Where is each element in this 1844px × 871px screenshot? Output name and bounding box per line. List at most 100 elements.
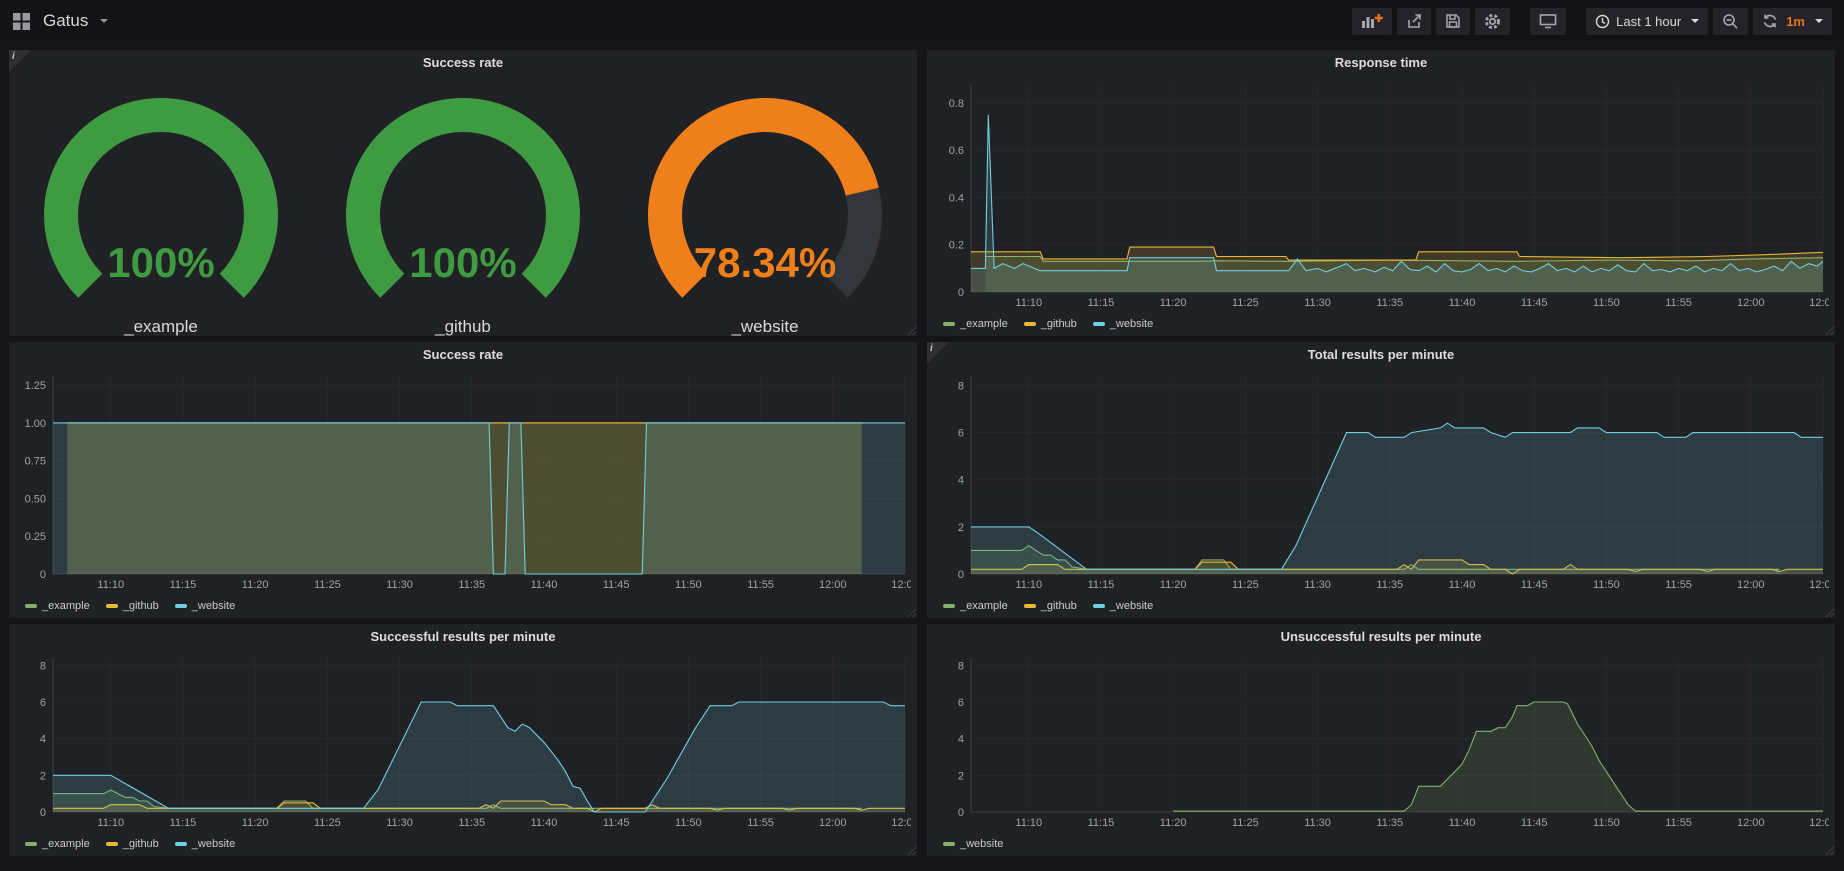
chart-area[interactable]: 11:1011:1511:2011:2511:3011:3511:4011:45… (933, 76, 1829, 312)
timeseries-chart: 11:1011:1511:2011:2511:3011:3511:4011:45… (933, 650, 1829, 832)
timeseries-chart: 11:1011:1511:2011:2511:3011:3511:4011:45… (15, 650, 911, 832)
panel-info-icon[interactable]: i (9, 50, 31, 72)
legend-item-example[interactable]: _example (943, 600, 1008, 612)
svg-text:12:00: 12:00 (1737, 297, 1765, 309)
refresh-picker[interactable]: 1m (1753, 8, 1832, 35)
zoom-out-button[interactable] (1713, 8, 1748, 35)
svg-text:2: 2 (40, 770, 46, 782)
svg-text:11:30: 11:30 (386, 817, 413, 829)
legend-item-github[interactable]: _github (1024, 318, 1077, 330)
legend-swatch (943, 604, 955, 608)
navbar: Gatus (0, 0, 1844, 42)
legend-swatch (943, 322, 955, 326)
svg-text:11:10: 11:10 (1015, 817, 1042, 829)
svg-text:11:30: 11:30 (1304, 817, 1331, 829)
svg-text:11:50: 11:50 (1593, 297, 1620, 309)
legend-item-github[interactable]: _github (106, 838, 159, 850)
svg-text:11:45: 11:45 (1521, 579, 1548, 591)
svg-text:0.75: 0.75 (25, 456, 46, 468)
legend-label: _example (42, 600, 90, 612)
svg-text:11:10: 11:10 (97, 817, 124, 829)
chart-area[interactable]: 11:1011:1511:2011:2511:3011:3511:4011:45… (933, 650, 1829, 832)
legend: _example _github _website (25, 597, 235, 615)
legend-item-example[interactable]: _example (943, 318, 1008, 330)
svg-text:11:15: 11:15 (170, 817, 197, 829)
svg-text:11:25: 11:25 (1232, 297, 1259, 309)
svg-text:11:55: 11:55 (1665, 817, 1692, 829)
svg-text:11:45: 11:45 (603, 817, 630, 829)
svg-text:0: 0 (958, 807, 964, 819)
svg-text:11:15: 11:15 (1088, 297, 1115, 309)
gauge-example: 100%_example (11, 94, 311, 337)
svg-text:11:25: 11:25 (314, 817, 341, 829)
svg-text:11:35: 11:35 (458, 817, 485, 829)
svg-text:12:05: 12:05 (1809, 817, 1829, 829)
time-range-picker[interactable]: Last 1 hour (1586, 8, 1708, 35)
chart-area[interactable]: 11:1011:1511:2011:2511:3011:3511:4011:45… (15, 650, 911, 832)
resize-handle[interactable] (907, 608, 916, 617)
save-button[interactable] (1436, 8, 1470, 35)
legend-item-website[interactable]: _website (1093, 600, 1153, 612)
legend-swatch (106, 842, 118, 846)
legend-label: _example (960, 600, 1008, 612)
legend-swatch (175, 842, 187, 846)
resize-handle[interactable] (907, 846, 916, 855)
resize-handle[interactable] (1825, 326, 1834, 335)
add-panel-icon (1361, 13, 1383, 29)
legend: _example _github _website (943, 315, 1153, 333)
svg-text:11:25: 11:25 (1232, 817, 1259, 829)
svg-text:11:55: 11:55 (1665, 297, 1692, 309)
chart-area[interactable]: 11:1011:1511:2011:2511:3011:3511:4011:45… (15, 368, 911, 594)
panel-title[interactable]: Successful results per minute (9, 624, 917, 650)
svg-text:11:45: 11:45 (603, 579, 630, 591)
svg-text:6: 6 (958, 697, 964, 709)
legend-item-website[interactable]: _website (175, 838, 235, 850)
legend-label: _github (1041, 318, 1077, 330)
legend-item-website[interactable]: _website (943, 838, 1003, 850)
svg-text:11:10: 11:10 (97, 579, 124, 591)
svg-text:8: 8 (958, 660, 964, 672)
chart-area[interactable]: 11:1011:1511:2011:2511:3011:3511:4011:45… (933, 368, 1829, 594)
legend-item-example[interactable]: _example (25, 600, 90, 612)
cycle-view-button[interactable] (1530, 8, 1566, 35)
legend-item-example[interactable]: _example (25, 838, 90, 850)
svg-text:0.4: 0.4 (949, 192, 964, 204)
gauge-value-label: _github (313, 317, 613, 337)
svg-text:12:00: 12:00 (819, 817, 847, 829)
resize-handle[interactable] (1825, 846, 1834, 855)
settings-button[interactable] (1475, 8, 1510, 35)
dashboard-picker[interactable]: Gatus (12, 11, 108, 31)
legend-item-website[interactable]: _website (175, 600, 235, 612)
svg-text:12:05: 12:05 (1809, 579, 1829, 591)
zoom-out-icon (1722, 13, 1739, 30)
chevron-down-icon (1691, 19, 1699, 23)
legend-item-website[interactable]: _website (1093, 318, 1153, 330)
svg-text:11:50: 11:50 (675, 579, 702, 591)
legend-swatch (1093, 322, 1105, 326)
resize-handle[interactable] (1825, 608, 1834, 617)
share-button[interactable] (1397, 8, 1431, 35)
panel-title[interactable]: Total results per minute (927, 342, 1835, 368)
panel-title[interactable]: Success rate (9, 342, 917, 368)
panel-title[interactable]: Unsuccessful results per minute (927, 624, 1835, 650)
legend-item-github[interactable]: _github (1024, 600, 1077, 612)
panel-title[interactable]: Response time (927, 50, 1835, 76)
gauge-arc: 100% (11, 94, 311, 318)
legend-label: _github (123, 838, 159, 850)
gauge-value-label: _example (11, 317, 311, 337)
resize-handle[interactable] (907, 326, 916, 335)
svg-text:78.34%: 78.34% (694, 239, 836, 286)
legend-label: _example (42, 838, 90, 850)
legend-label: _example (960, 318, 1008, 330)
svg-text:12:00: 12:00 (1737, 579, 1765, 591)
dashboard-title: Gatus (43, 11, 88, 31)
add-panel-button[interactable] (1352, 8, 1392, 35)
svg-text:0: 0 (958, 287, 964, 299)
panel-info-icon[interactable]: i (927, 342, 949, 364)
legend-label: _github (123, 600, 159, 612)
panel-title[interactable]: Success rate (9, 50, 917, 76)
svg-text:11:45: 11:45 (1521, 297, 1548, 309)
svg-text:0: 0 (40, 807, 46, 819)
legend-item-github[interactable]: _github (106, 600, 159, 612)
legend-swatch (1093, 604, 1105, 608)
